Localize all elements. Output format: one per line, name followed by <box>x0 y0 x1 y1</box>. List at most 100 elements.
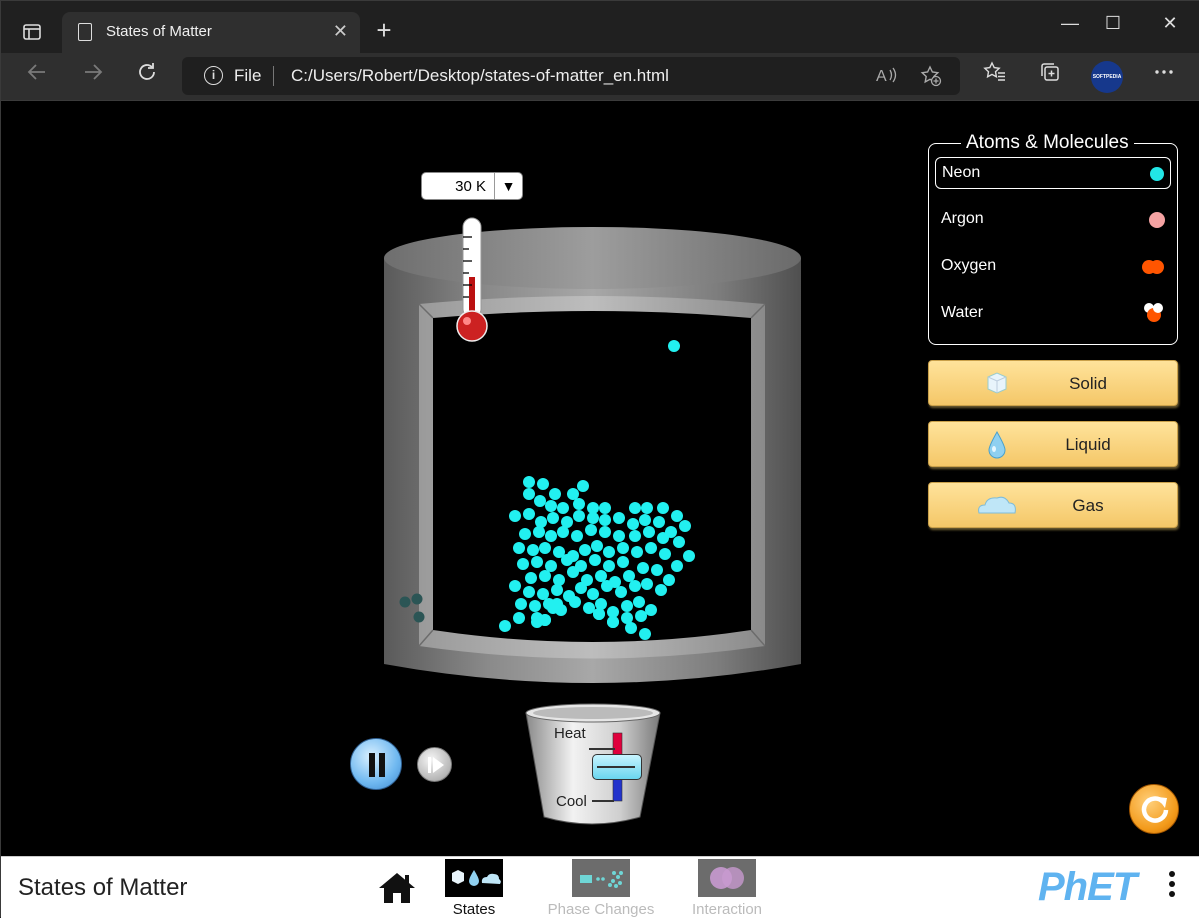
screen-tab-label: Phase Changes <box>547 901 655 918</box>
particle-container <box>384 227 801 683</box>
settings-more-icon[interactable] <box>1148 61 1180 93</box>
neon-particle <box>603 560 615 572</box>
neon-particle <box>633 596 645 608</box>
screen-tab-interaction[interactable]: Interaction <box>667 859 787 918</box>
neon-particle <box>621 600 633 612</box>
home-icon[interactable] <box>377 871 417 910</box>
phet-logo[interactable]: PhET <box>1038 865 1137 910</box>
neon-particle <box>531 556 543 568</box>
info-icon[interactable]: i <box>204 66 223 85</box>
step-forward-button[interactable] <box>417 747 452 782</box>
collections-icon[interactable] <box>1034 61 1066 93</box>
neon-particle <box>657 532 669 544</box>
solid-button[interactable]: Solid <box>928 360 1178 406</box>
back-arrow-icon[interactable] <box>21 61 53 93</box>
neon-particle <box>531 612 543 624</box>
solid-label: Solid <box>1069 374 1107 393</box>
neon-particle <box>509 510 521 522</box>
neon-particle <box>557 526 569 538</box>
add-favorite-icon[interactable] <box>920 65 942 92</box>
neon-particle <box>651 564 663 576</box>
neon-particle <box>523 586 535 598</box>
temperature-readout[interactable]: 30 K ▼ <box>421 172 523 200</box>
neon-particle <box>673 536 685 548</box>
tab-title: States of Matter <box>106 23 212 40</box>
neon-particle <box>595 570 607 582</box>
neon-particle <box>569 596 581 608</box>
profile-avatar[interactable]: SOFTPEDIA <box>1091 61 1123 93</box>
molecule-label: Water <box>941 304 984 321</box>
neon-particle <box>615 586 627 598</box>
tab-actions-icon[interactable] <box>15 15 49 49</box>
thermometer-icon <box>456 217 488 342</box>
screen-tab-phase-changes[interactable]: Phase Changes <box>541 859 661 918</box>
neon-particle <box>655 584 667 596</box>
neon-particle <box>557 502 569 514</box>
heat-cool-slider-knob[interactable] <box>592 754 642 780</box>
pause-bar-right <box>379 753 385 777</box>
neon-particle <box>659 548 671 560</box>
neon-particle <box>599 526 611 538</box>
neon-particle <box>625 622 637 634</box>
neon-particle <box>509 580 521 592</box>
neon-particle <box>529 600 541 612</box>
screen-tab-label: Interaction <box>691 901 763 918</box>
minimize-button[interactable]: — <box>1047 13 1093 34</box>
neon-particle <box>579 544 591 556</box>
neon-particle <box>577 480 589 492</box>
favorites-icon[interactable] <box>979 61 1011 93</box>
temperature-units-dropdown[interactable]: ▼ <box>494 173 522 199</box>
svg-text:A: A <box>876 68 887 85</box>
maximize-button[interactable]: ☐ <box>1090 13 1136 34</box>
neon-particle <box>671 510 683 522</box>
neon-particle <box>583 602 595 614</box>
neon-particle <box>539 570 551 582</box>
neon-particle <box>561 554 573 566</box>
neon-particle <box>537 478 549 490</box>
address-bar[interactable]: i File C:/Users/Robert/Desktop/states-of… <box>182 57 960 95</box>
neon-particle <box>601 580 613 592</box>
url-text[interactable]: C:/Users/Robert/Desktop/states-of-matter… <box>291 66 669 86</box>
browser-tab[interactable]: States of Matter ✕ <box>62 12 360 53</box>
read-aloud-icon[interactable]: A <box>876 65 898 90</box>
neon-particle <box>653 516 665 528</box>
cool-label: Cool <box>556 793 587 810</box>
pause-button[interactable] <box>350 738 402 790</box>
neon-atom-icon <box>1150 167 1164 181</box>
reset-all-button[interactable] <box>1129 784 1179 834</box>
neon-particle <box>513 612 525 624</box>
close-tab-icon[interactable]: ✕ <box>333 21 348 42</box>
molecule-option-water[interactable]: Water <box>935 298 1171 330</box>
neon-particle <box>629 530 641 542</box>
molecule-option-neon[interactable]: Neon <box>935 157 1171 189</box>
neon-particle <box>549 488 561 500</box>
hydrogen-atom-icon <box>1153 303 1163 313</box>
neon-particle <box>629 502 641 514</box>
heater-cooler: Heat Cool <box>524 703 664 834</box>
molecule-label: Neon <box>942 164 981 181</box>
options-menu-icon[interactable] <box>1169 871 1177 901</box>
neon-particle <box>547 512 559 524</box>
neon-particle <box>547 600 559 612</box>
liquid-label: Liquid <box>1065 435 1111 454</box>
forward-arrow-icon[interactable] <box>77 61 109 93</box>
neon-particle <box>643 526 655 538</box>
molecule-option-oxygen[interactable]: Oxygen <box>935 251 1171 283</box>
refresh-icon[interactable] <box>131 61 163 93</box>
sim-title: States of Matter <box>18 874 188 901</box>
new-tab-button[interactable]: + <box>369 15 399 45</box>
neon-particle <box>679 520 691 532</box>
neon-particle <box>657 502 669 514</box>
gas-button[interactable]: Gas <box>928 482 1178 528</box>
neon-particle <box>627 518 639 530</box>
molecule-option-argon[interactable]: Argon <box>935 204 1171 236</box>
screen-tab-states[interactable]: States <box>414 859 534 918</box>
neon-particle <box>663 574 675 586</box>
close-window-button[interactable]: ✕ <box>1147 13 1193 34</box>
neon-particle <box>641 502 653 514</box>
neon-particle <box>595 598 607 610</box>
neon-particle <box>593 608 605 620</box>
neon-particle <box>523 488 535 500</box>
liquid-button[interactable]: Liquid <box>928 421 1178 467</box>
neon-particle <box>639 628 651 640</box>
